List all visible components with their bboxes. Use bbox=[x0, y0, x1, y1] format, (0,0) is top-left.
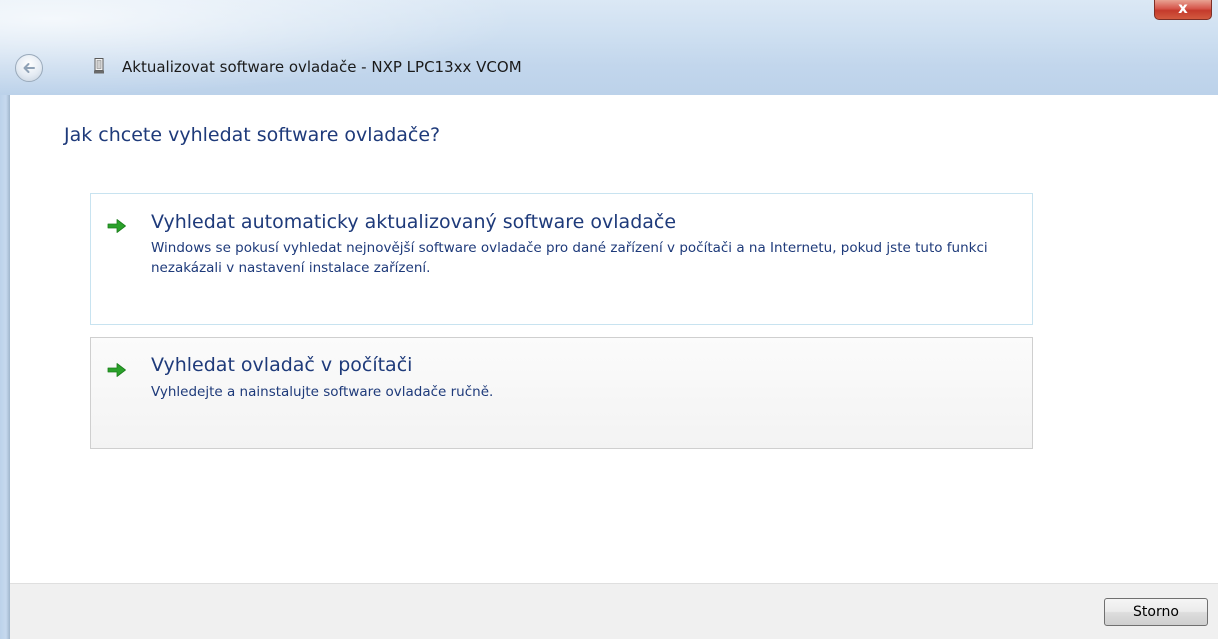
option-description: Vyhledejte a nainstalujte software ovlad… bbox=[151, 384, 494, 400]
cancel-button[interactable]: Storno bbox=[1104, 598, 1208, 626]
option-title: Vyhledat automaticky aktualizovaný softw… bbox=[151, 211, 677, 233]
green-arrow-icon bbox=[107, 363, 126, 377]
close-button[interactable]: x bbox=[1154, 0, 1212, 20]
wizard-content: Jak chcete vyhledat software ovladače? V… bbox=[10, 95, 1218, 583]
option-title: Vyhledat ovladač v počítači bbox=[151, 354, 413, 376]
option-description: Windows se pokusí vyhledat nejnovější so… bbox=[151, 240, 988, 276]
option-browse-computer[interactable]: Vyhledat ovladač v počítači Vyhledejte a… bbox=[90, 337, 1033, 449]
footer-bar: Storno bbox=[10, 583, 1218, 639]
back-button[interactable] bbox=[15, 54, 43, 82]
title-bar: x Aktualizovat software ovladače - NXP L… bbox=[0, 0, 1218, 95]
green-arrow-icon bbox=[107, 219, 126, 233]
window-frame-edge bbox=[0, 95, 10, 639]
device-icon bbox=[94, 58, 104, 74]
title-bar-glow bbox=[0, 0, 520, 95]
window-title: Aktualizovat software ovladače - NXP LPC… bbox=[122, 58, 522, 76]
back-arrow-icon bbox=[23, 63, 35, 73]
option-search-automatically[interactable]: Vyhledat automaticky aktualizovaný softw… bbox=[90, 193, 1033, 325]
page-heading: Jak chcete vyhledat software ovladače? bbox=[64, 124, 441, 146]
driver-update-window: x Aktualizovat software ovladače - NXP L… bbox=[0, 0, 1218, 639]
